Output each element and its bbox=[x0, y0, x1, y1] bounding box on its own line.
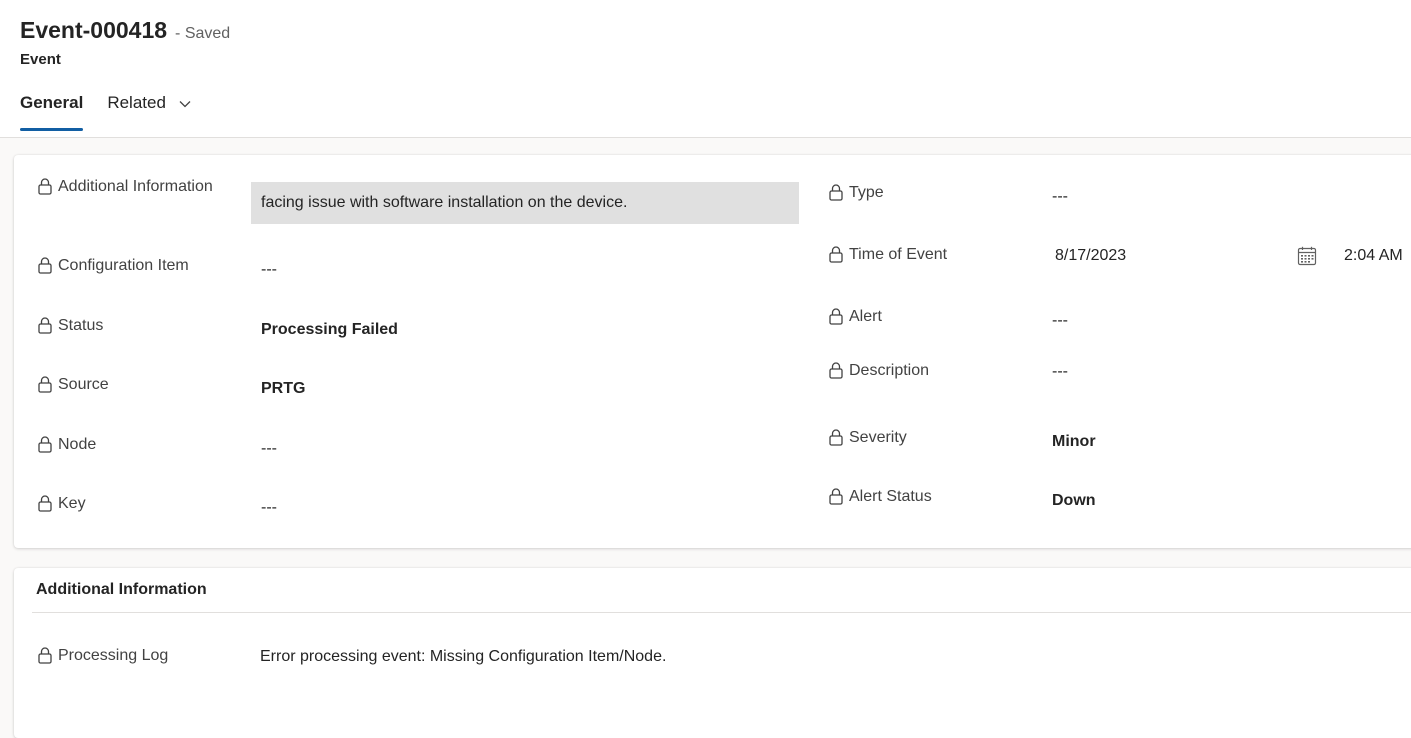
lock-icon bbox=[829, 361, 843, 379]
severity-value[interactable]: Minor bbox=[1052, 430, 1096, 454]
title-row: Event-000418 - Saved bbox=[20, 17, 230, 44]
source-label: Source bbox=[38, 372, 109, 398]
alert-status-value[interactable]: Down bbox=[1052, 489, 1096, 513]
time-of-event-time[interactable]: 2:04 AM bbox=[1344, 244, 1403, 268]
time-of-event-date[interactable]: 8/17/2023 bbox=[1055, 244, 1126, 268]
status-label: Status bbox=[38, 313, 103, 339]
additional-information-section: Additional Information Processing Log Er… bbox=[14, 568, 1411, 738]
lock-icon bbox=[829, 487, 843, 505]
tab-general-label: General bbox=[20, 93, 84, 112]
key-label: Key bbox=[38, 491, 86, 517]
tab-list: General Related bbox=[20, 88, 215, 131]
description-value[interactable]: --- bbox=[1052, 360, 1068, 384]
section-divider bbox=[32, 612, 1411, 613]
node-value[interactable]: --- bbox=[261, 437, 277, 461]
additional-information-value[interactable]: facing issue with software installation … bbox=[251, 182, 799, 224]
tab-related[interactable]: Related bbox=[107, 88, 191, 131]
severity-label: Severity bbox=[829, 425, 907, 451]
tab-related-label: Related bbox=[107, 93, 166, 112]
lock-icon bbox=[829, 183, 843, 201]
chevron-down-icon bbox=[179, 100, 191, 107]
processing-log-label: Processing Log bbox=[38, 643, 168, 669]
tab-general[interactable]: General bbox=[20, 88, 84, 131]
additional-information-label: Additional Information bbox=[38, 174, 218, 200]
alert-value[interactable]: --- bbox=[1052, 309, 1068, 333]
lock-icon bbox=[829, 428, 843, 446]
key-value[interactable]: --- bbox=[261, 496, 277, 520]
lock-icon bbox=[38, 256, 52, 274]
source-value[interactable]: PRTG bbox=[261, 377, 305, 401]
section-title: Additional Information bbox=[36, 581, 207, 598]
calendar-icon[interactable] bbox=[1297, 246, 1317, 266]
lock-icon bbox=[829, 307, 843, 325]
alert-status-label: Alert Status bbox=[829, 484, 932, 510]
description-label: Description bbox=[829, 358, 929, 384]
lock-icon bbox=[38, 435, 52, 453]
form-header: Event-000418 - Saved Event General Relat… bbox=[0, 0, 1411, 138]
node-label: Node bbox=[38, 432, 96, 458]
lock-icon bbox=[38, 316, 52, 334]
entity-name: Event bbox=[20, 51, 61, 68]
configuration-item-value[interactable]: --- bbox=[261, 258, 277, 282]
lock-icon bbox=[38, 177, 52, 195]
lock-icon bbox=[38, 375, 52, 393]
save-status: - Saved bbox=[175, 25, 231, 42]
alert-label: Alert bbox=[829, 304, 882, 330]
lock-icon bbox=[38, 494, 52, 512]
record-title: Event-000418 bbox=[20, 17, 168, 43]
type-label: Type bbox=[829, 180, 884, 206]
lock-icon bbox=[38, 646, 52, 664]
processing-log-value[interactable]: Error processing event: Missing Configur… bbox=[260, 645, 666, 669]
lock-icon bbox=[829, 245, 843, 263]
configuration-item-label: Configuration Item bbox=[38, 253, 189, 279]
status-value[interactable]: Processing Failed bbox=[261, 318, 398, 342]
type-value[interactable]: --- bbox=[1052, 185, 1068, 209]
general-section: Additional Information facing issue with… bbox=[14, 155, 1411, 548]
time-of-event-label: Time of Event bbox=[829, 242, 947, 268]
